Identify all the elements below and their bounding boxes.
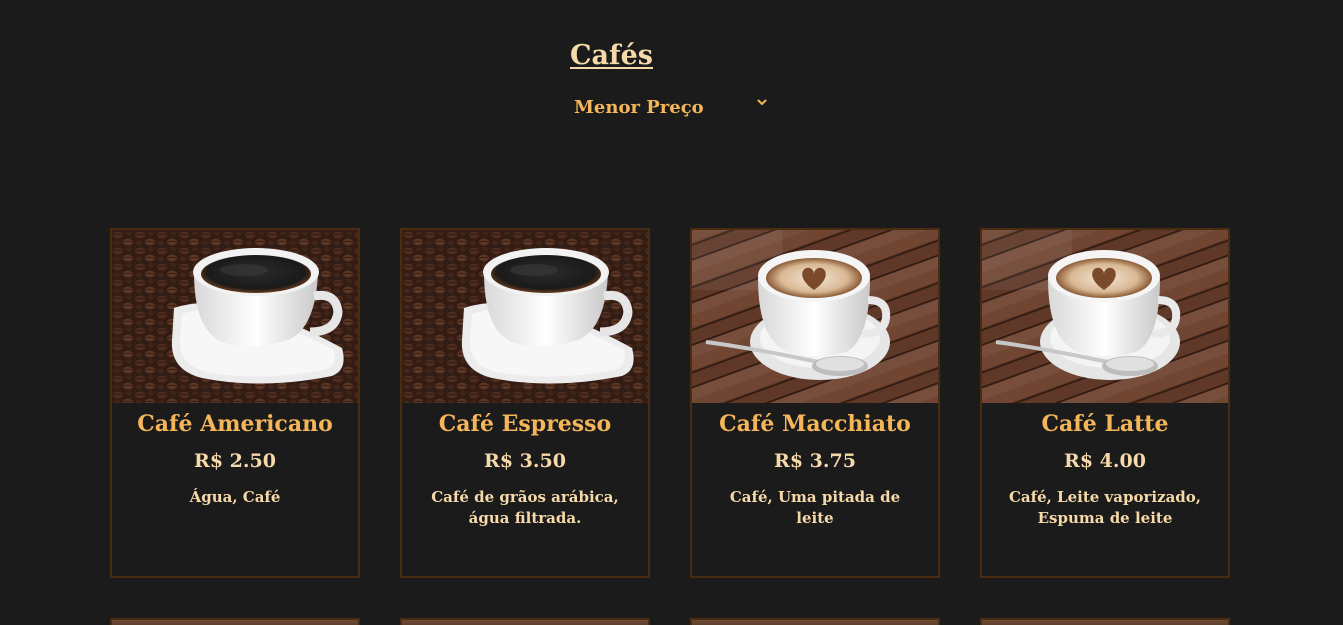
product-description: Café de grãos arábica, água filtrada.: [431, 488, 619, 527]
product-card[interactable]: Café Espresso R$ 3.50 Café de grãos aráb…: [400, 228, 650, 578]
product-card-partial[interactable]: [690, 618, 940, 625]
product-image: [982, 620, 1228, 625]
product-description: Café, Leite vaporizado, Espuma de leite: [1008, 488, 1202, 527]
product-image: [402, 620, 648, 625]
sort-select[interactable]: Menor Preço: [570, 94, 770, 120]
product-card[interactable]: Café Latte R$ 4.00 Café, Leite vaporizad…: [980, 228, 1230, 578]
product-image: [692, 230, 938, 403]
chevron-down-icon: [757, 99, 767, 105]
product-price: R$ 4.00: [1064, 450, 1146, 472]
product-name: Café Americano: [137, 411, 333, 437]
product-card-partial[interactable]: [980, 618, 1230, 625]
product-image: [982, 230, 1228, 403]
product-price: R$ 3.50: [484, 450, 566, 472]
product-description: Água, Café: [189, 488, 281, 506]
product-name: Café Macchiato: [719, 411, 911, 437]
product-image: [402, 230, 648, 403]
product-card-partial[interactable]: [400, 618, 650, 625]
product-card-partial[interactable]: [110, 618, 360, 625]
sort-select-value: Menor Preço: [574, 96, 704, 118]
product-price: R$ 3.75: [774, 450, 856, 472]
product-card[interactable]: Café Macchiato R$ 3.75 Café, Uma pitada …: [690, 228, 940, 578]
product-name: Café Latte: [1041, 411, 1169, 437]
product-name: Café Espresso: [438, 411, 612, 437]
product-description: Café, Uma pitada de leite: [729, 488, 901, 527]
product-card[interactable]: Café Americano R$ 2.50 Água, Café: [110, 228, 360, 578]
product-image: [112, 620, 358, 625]
product-image: [692, 620, 938, 625]
product-price: R$ 2.50: [194, 450, 276, 472]
coffee-menu-page: Cafés Menor Preço Café Americano R$ 2.50…: [0, 0, 1343, 625]
page-title: Cafés: [570, 40, 653, 71]
product-image: [112, 230, 358, 403]
